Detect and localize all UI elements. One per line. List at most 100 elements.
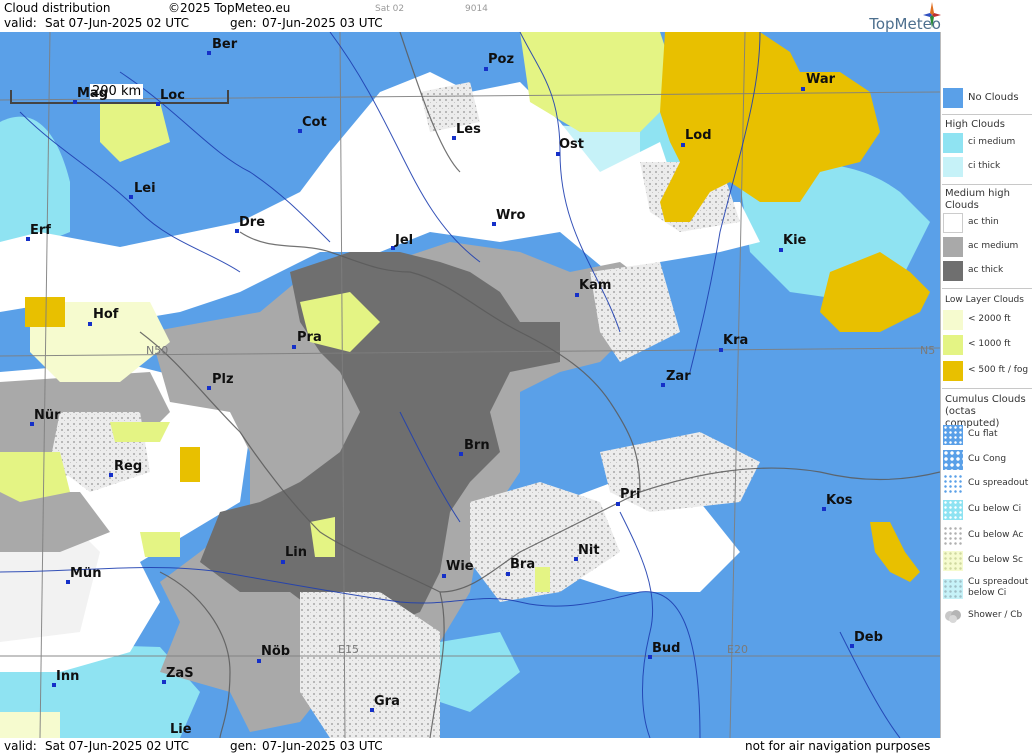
city-dot [109,473,113,477]
swatch-lt1000 [943,335,963,355]
legend-cu-spreadout-below-ci: Cu spreadout below Ci [943,577,1033,605]
legend-ac-medium: ac medium [943,237,1033,257]
legend-high-head: High Clouds [945,119,1005,130]
city-bra: Bra [510,557,536,572]
legend-cu-flat-label: Cu flat [968,429,998,439]
legend-ci-medium-label: ci medium [968,137,1016,147]
valid-label: valid: [4,16,37,30]
legend-panel: No Clouds High Clouds ci medium ci thick… [940,32,1033,738]
legend-lt1000-label: < 1000 ft [968,339,1011,349]
city-kam: Kam [579,278,612,293]
city-mag: Mag [77,86,109,101]
legend-ci-thick-label: ci thick [968,161,1001,171]
legend-ac-thick: ac thick [943,261,1033,281]
city-zas: ZaS [166,666,194,681]
city-wro: Wro [496,208,526,223]
legend-no-clouds: No Clouds [943,88,1033,108]
swatch-lt2000 [943,310,963,330]
city-nob: Nöb [261,644,291,659]
city-cot: Cot [302,115,327,130]
legend-lt2000: < 2000 ft [943,310,1033,330]
shower-cloud-icon [945,610,961,623]
city-dot [575,293,579,297]
swatch-lt500 [943,361,963,381]
legend-cu-below-sc-label: Cu below Sc [968,555,1023,565]
city-dot [442,574,446,578]
legend-no-clouds-label: No Clouds [968,92,1019,103]
city-dot [292,345,296,349]
legend-cu-cong-label: Cu Cong [968,454,1007,464]
city-gra: Gra [374,694,400,709]
compass-star-icon [923,2,941,28]
legend-lt1000: < 1000 ft [943,335,1033,355]
legend-cu-below-sc: Cu below Sc [943,551,1033,571]
legend-cu-spreadout-label: Cu spreadout [968,478,1029,488]
swatch-cu-below-ci [943,500,963,520]
city-dot [257,659,261,663]
legend-cu-below-ci-label: Cu below Ci [968,504,1022,514]
city-inn: Inn [56,669,80,684]
city-les: Les [456,122,481,137]
swatch-cu-cong [943,450,963,470]
valid-value: Sat 07-Jun-2025 02 UTC [45,16,190,30]
city-dot [281,560,285,564]
footer-valid-value: Sat 07-Jun-2025 02 UTC [45,739,190,753]
city-ber: Ber [212,37,238,52]
city-dre: Dre [239,215,266,230]
legend-cu-spreadout: Cu spreadout [943,474,1033,494]
city-dot [661,383,665,387]
city-lod: Lod [685,128,712,143]
city-bud: Bud [652,641,681,656]
city-poz: Poz [488,52,515,67]
city-dot [459,452,463,456]
city-wie: Wie [446,559,474,574]
legend-medium-head: Medium high Clouds [945,188,1010,211]
city-dot [506,572,510,576]
city-dot [616,502,620,506]
legend-cu-spreadout-below-ci-label: Cu spreadout below Ci [968,577,1029,598]
city-pri: Pri [620,487,641,502]
city-pra: Pra [297,330,322,345]
swatch-shower-cb [943,606,963,626]
grid-label-n5: N5 [920,344,936,357]
city-dot [719,348,723,352]
city-dot [556,152,560,156]
legend-ci-medium: ci medium [943,133,1033,153]
legend-cu-below-ac: Cu below Ac [943,526,1033,546]
header-bar: Cloud distribution ©2025 TopMeteo.eu Sat… [0,0,1033,33]
city-brn: Brn [464,438,490,453]
swatch-cu-flat [943,425,963,445]
city-dot [129,195,133,199]
city-hof: Hof [93,307,119,322]
legend-ci-thick: ci thick [943,157,1033,177]
swatch-ac-thick [943,261,963,281]
legend-ac-thick-label: ac thick [968,265,1004,275]
city-mun: Mün [70,566,102,581]
legend-cu-flat: Cu flat [943,425,1033,445]
swatch-ac-medium [943,237,963,257]
legend-cu-below-ac-label: Cu below Ac [968,530,1024,540]
city-dot [88,322,92,326]
legend-ac-thin: ac thin [943,213,1033,233]
legend-ac-medium-label: ac medium [968,241,1019,251]
map-title: Cloud distribution [4,1,111,15]
swatch-cu-spreadout-below-ci [943,579,963,599]
city-lei: Lei [134,181,156,196]
city-reg: Reg [114,459,143,474]
city-ost: Ost [559,137,585,152]
footer-gen-value: 07-Jun-2025 03 UTC [262,739,383,753]
city-erf: Erf [30,223,51,238]
legend-ac-thin-label: ac thin [968,217,999,227]
legend-cu-cong: Cu Cong [943,450,1033,470]
footer-gen-label: gen: [230,739,257,753]
legend-shower-cb-label: Shower / Cb [968,610,1023,620]
footer-notice: not for air navigation purposes [745,739,931,753]
city-nur: Nür [34,408,61,423]
legend-lt500-label: < 500 ft / fog [968,365,1029,375]
city-zar: Zar [666,369,691,384]
city-jel: Jel [395,233,414,248]
grid-label-n50: N50 [146,344,169,357]
swatch-cu-below-ac [943,526,963,546]
swatch-ci-thick [943,157,963,177]
sat-label: Sat 02 [375,4,405,14]
